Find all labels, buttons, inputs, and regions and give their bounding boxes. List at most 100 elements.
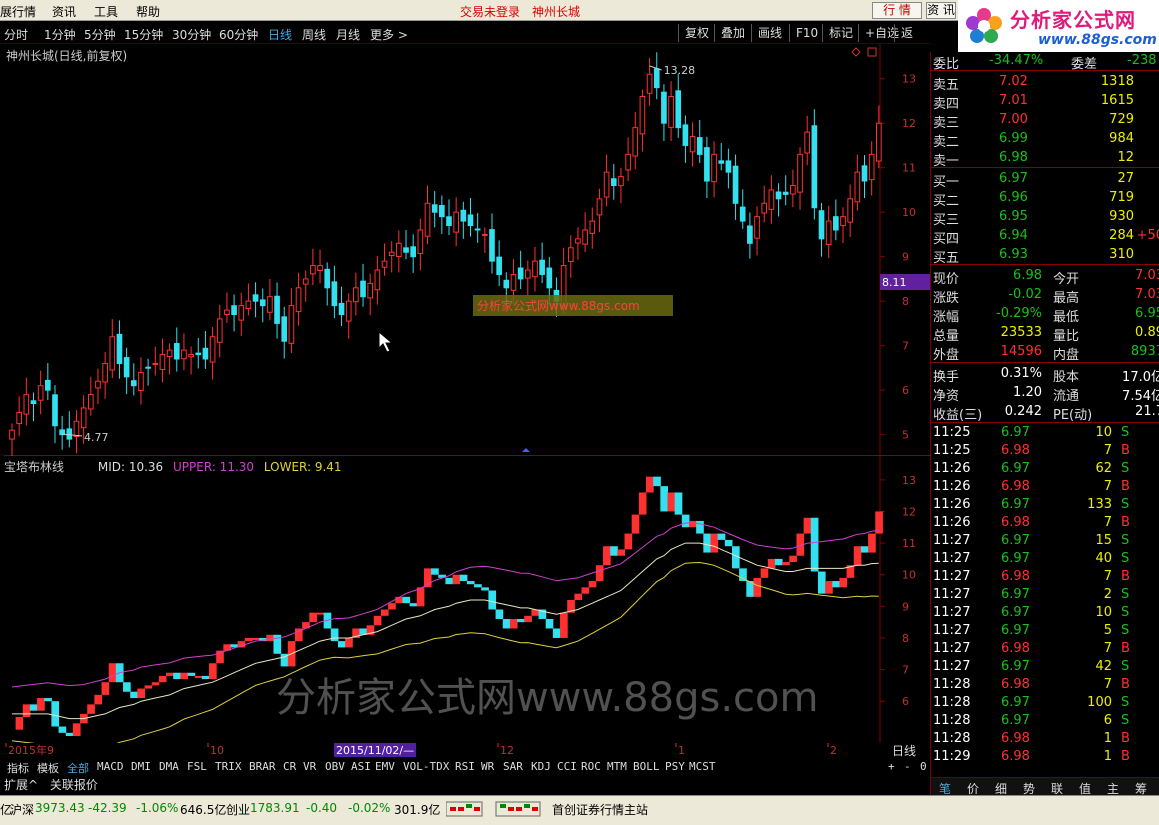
indicator-tab-sar[interactable]: SAR	[503, 760, 523, 773]
indicator-tab-macd[interactable]: MACD	[97, 760, 124, 773]
tick-price: 6.97	[1001, 623, 1030, 638]
candle	[661, 91, 667, 124]
candle	[833, 216, 839, 231]
indicator-tab-cci[interactable]: CCI	[557, 760, 577, 773]
period-tab-1min[interactable]: 1分钟	[44, 26, 76, 43]
menu-item-tools[interactable]: 工具	[94, 3, 118, 20]
candle	[539, 259, 545, 275]
panel-separator	[931, 167, 1159, 168]
tick-price: 6.98	[1001, 479, 1030, 494]
tick-time: 11:25	[933, 443, 971, 458]
ind-y-tick-label: 8	[902, 632, 909, 645]
indicator-tab-mcst[interactable]: MCST	[689, 760, 716, 773]
period-tab-5min[interactable]: 5分钟	[84, 26, 116, 43]
indicator-tab-trix[interactable]: TRIX	[215, 760, 242, 773]
indicator-tab-asi[interactable]: ASI	[351, 760, 371, 773]
panel-separator	[931, 264, 1159, 265]
menu-item-help[interactable]: 帮助	[136, 3, 160, 20]
chart-title: 神州长城(日线,前复权)	[6, 49, 128, 63]
candle	[23, 394, 30, 415]
quote-tab-1[interactable]: 价	[967, 780, 979, 797]
indicator-tab-rsi[interactable]: RSI	[455, 760, 475, 773]
expand-tab[interactable]: 扩展^	[4, 778, 38, 792]
candle	[467, 214, 474, 227]
news-button[interactable]: 资 讯	[926, 2, 956, 19]
indicator-tab-dma[interactable]: DMA	[159, 760, 179, 773]
candle	[310, 265, 316, 275]
draw-line-button[interactable]: 画线	[751, 24, 788, 42]
quote-button[interactable]: 行 情	[872, 2, 922, 19]
indicator-tab-voltdx[interactable]: VOL-TDX	[403, 760, 449, 773]
tick-price: 6.97	[1001, 605, 1030, 620]
candle	[732, 165, 739, 204]
indicator-tab-emv[interactable]: EMV	[375, 760, 395, 773]
menu-item-news[interactable]: 资讯	[52, 3, 76, 20]
tick-row: 11:27 6.97 15 S	[931, 532, 1159, 550]
candle	[195, 352, 202, 356]
zoom-control-1[interactable]: -	[904, 760, 911, 773]
bid-ratio-row: 委比 -34.47% 委差 -238	[931, 52, 1159, 72]
zoom-control-2[interactable]: 0	[920, 760, 927, 773]
overlay-button[interactable]: 叠加	[714, 24, 751, 42]
candle	[868, 153, 875, 181]
menu-item-market[interactable]: 展行情	[0, 3, 36, 20]
indicator-tab-[interactable]: 指标	[7, 760, 29, 776]
indicator-tab-brar[interactable]: BRAR	[249, 760, 276, 773]
zoom-control-0[interactable]: +	[888, 760, 895, 773]
quote-tab-3[interactable]: 势	[1023, 780, 1035, 797]
y-tick-label: 5	[902, 429, 909, 442]
adjust-button[interactable]: 复权	[678, 24, 715, 42]
tick-price: 6.98	[1001, 515, 1030, 530]
indicator-tab-obv[interactable]: OBV	[325, 760, 345, 773]
quote-tab-2[interactable]: 细	[995, 780, 1007, 797]
period-tab-30min[interactable]: 30分钟	[172, 26, 211, 43]
quote-tab-7[interactable]: 筹	[1135, 780, 1147, 797]
indicator-tab-[interactable]: 全部	[67, 760, 89, 776]
quote-tab-4[interactable]: 联	[1051, 780, 1063, 797]
tower-block	[144, 685, 153, 689]
period-tab-timeshare[interactable]: 分时	[4, 26, 28, 43]
period-tab-weekly[interactable]: 周线	[302, 26, 326, 43]
ask-row: 卖一 6.98 12	[931, 149, 1159, 169]
tower-block	[581, 587, 590, 594]
indicator-tab-dmi[interactable]: DMI	[131, 760, 151, 773]
quote-tab-6[interactable]: 主	[1107, 780, 1119, 797]
mark-button[interactable]: 标记	[822, 24, 859, 42]
flower-logo-icon	[966, 8, 1002, 43]
sh-change: -42.39	[88, 801, 127, 815]
period-tab-60min[interactable]: 60分钟	[219, 26, 258, 43]
tick-row: 11:29 6.98 1 B	[931, 748, 1159, 766]
tower-block	[416, 587, 425, 607]
tick-row: 11:27 6.97 42 S	[931, 658, 1159, 676]
quote-tab-0[interactable]: 笔	[939, 780, 951, 797]
indicator-tab-[interactable]: 模板	[37, 760, 59, 776]
period-tab-more[interactable]: 更多 >	[370, 26, 408, 43]
indicator-tab-psy[interactable]: PSY	[665, 760, 685, 773]
indicator-tab-mtm[interactable]: MTM	[607, 760, 627, 773]
period-tab-daily[interactable]: 日线	[268, 26, 292, 43]
tick-time: 11:27	[933, 587, 971, 602]
indicator-tab-kdj[interactable]: KDJ	[531, 760, 551, 773]
indicator-tab-cr[interactable]: CR	[283, 760, 296, 773]
candle	[546, 267, 553, 289]
indicator-tab-boll[interactable]: BOLL	[633, 760, 660, 773]
tick-time: 11:27	[933, 551, 971, 566]
candle	[489, 229, 495, 262]
indicator-chart[interactable]: 6 7 8 9 10 11 12 13 分析家公式网www.88gs.com	[4, 456, 930, 743]
indicator-tab-wr[interactable]: WR	[481, 760, 494, 773]
f10-button[interactable]: F10	[789, 24, 824, 42]
candle	[596, 198, 603, 216]
back-button[interactable]: 返回	[894, 24, 930, 58]
period-tab-monthly[interactable]: 月线	[336, 26, 360, 43]
ask-volume: 729	[1109, 112, 1134, 127]
stat-label: 涨跌	[933, 291, 960, 306]
related-quote-tab[interactable]: 关联报价	[50, 778, 98, 792]
tick-direction: B	[1121, 677, 1130, 692]
quote-tab-5[interactable]: 值	[1079, 780, 1091, 797]
indicator-tab-vr[interactable]: VR	[303, 760, 316, 773]
bid-change: +50	[1136, 228, 1159, 243]
period-tab-15min[interactable]: 15分钟	[124, 26, 163, 43]
indicator-tab-fsl[interactable]: FSL	[187, 760, 207, 773]
candlestick-chart[interactable]: 5 6 7 8 9 10 11 12 13 13.28 4.77 8.11 分析家公式网www.88gs…	[4, 44, 930, 456]
indicator-tab-roc[interactable]: ROC	[581, 760, 601, 773]
